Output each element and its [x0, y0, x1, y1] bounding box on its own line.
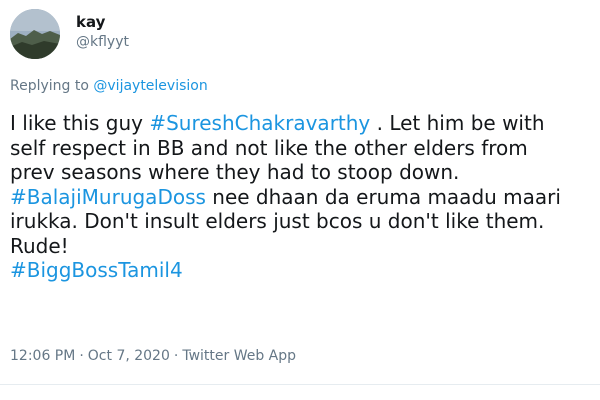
hashtag-link[interactable]: #BiggBossTamil4 — [10, 258, 183, 282]
tweet-source[interactable]: Twitter Web App — [182, 348, 296, 364]
tweet-line: self respect in BB and not like the othe… — [10, 135, 528, 160]
separator-dot: · — [173, 348, 179, 364]
bottom-divider — [0, 384, 600, 385]
tweet-line: #BalajiMurugaDoss nee dhaan da eruma maa… — [10, 185, 595, 210]
hashtag-link[interactable]: #BalajiMurugaDoss — [10, 185, 206, 209]
tweet-time[interactable]: 12:06 PM — [10, 348, 75, 364]
tweet-line: prev seasons where they had to stoop dow… — [10, 160, 460, 184]
author-display-name[interactable]: kay — [76, 13, 105, 31]
tweet-metadata: 12:06 PM · Oct 7, 2020 · Twitter Web App — [10, 347, 296, 365]
tweet-card: kay @kflyyt Replying to @vijaytelevision… — [0, 0, 600, 400]
avatar-landscape-image — [10, 9, 60, 59]
hashtag-link[interactable]: #SureshChakravarthy — [149, 111, 370, 135]
text-segment: nee dhaan da eruma maadu maari — [205, 184, 561, 209]
text-segment: . Let him be with — [370, 111, 545, 135]
tweet-line: Rude! — [10, 233, 69, 258]
tweet-line: irukka. Don't insult elders just bcos u … — [10, 209, 545, 233]
reply-target-link[interactable]: @vijaytelevision — [93, 78, 207, 94]
replying-to-label: Replying to — [10, 78, 89, 94]
replying-to-line: Replying to @vijaytelevision — [10, 77, 208, 95]
separator-dot: · — [79, 348, 84, 364]
tweet-line: I like this guy #SureshChakravarthy . Le… — [10, 111, 595, 136]
tweet-date[interactable]: Oct 7, 2020 — [88, 348, 170, 364]
text-segment: I like this guy — [10, 111, 150, 135]
tweet-text: I like this guy #SureshChakravarthy . Le… — [10, 111, 595, 283]
author-handle[interactable]: @kflyyt — [76, 33, 129, 51]
tweet-line: #BiggBossTamil4 — [10, 258, 595, 283]
avatar[interactable] — [10, 9, 60, 59]
